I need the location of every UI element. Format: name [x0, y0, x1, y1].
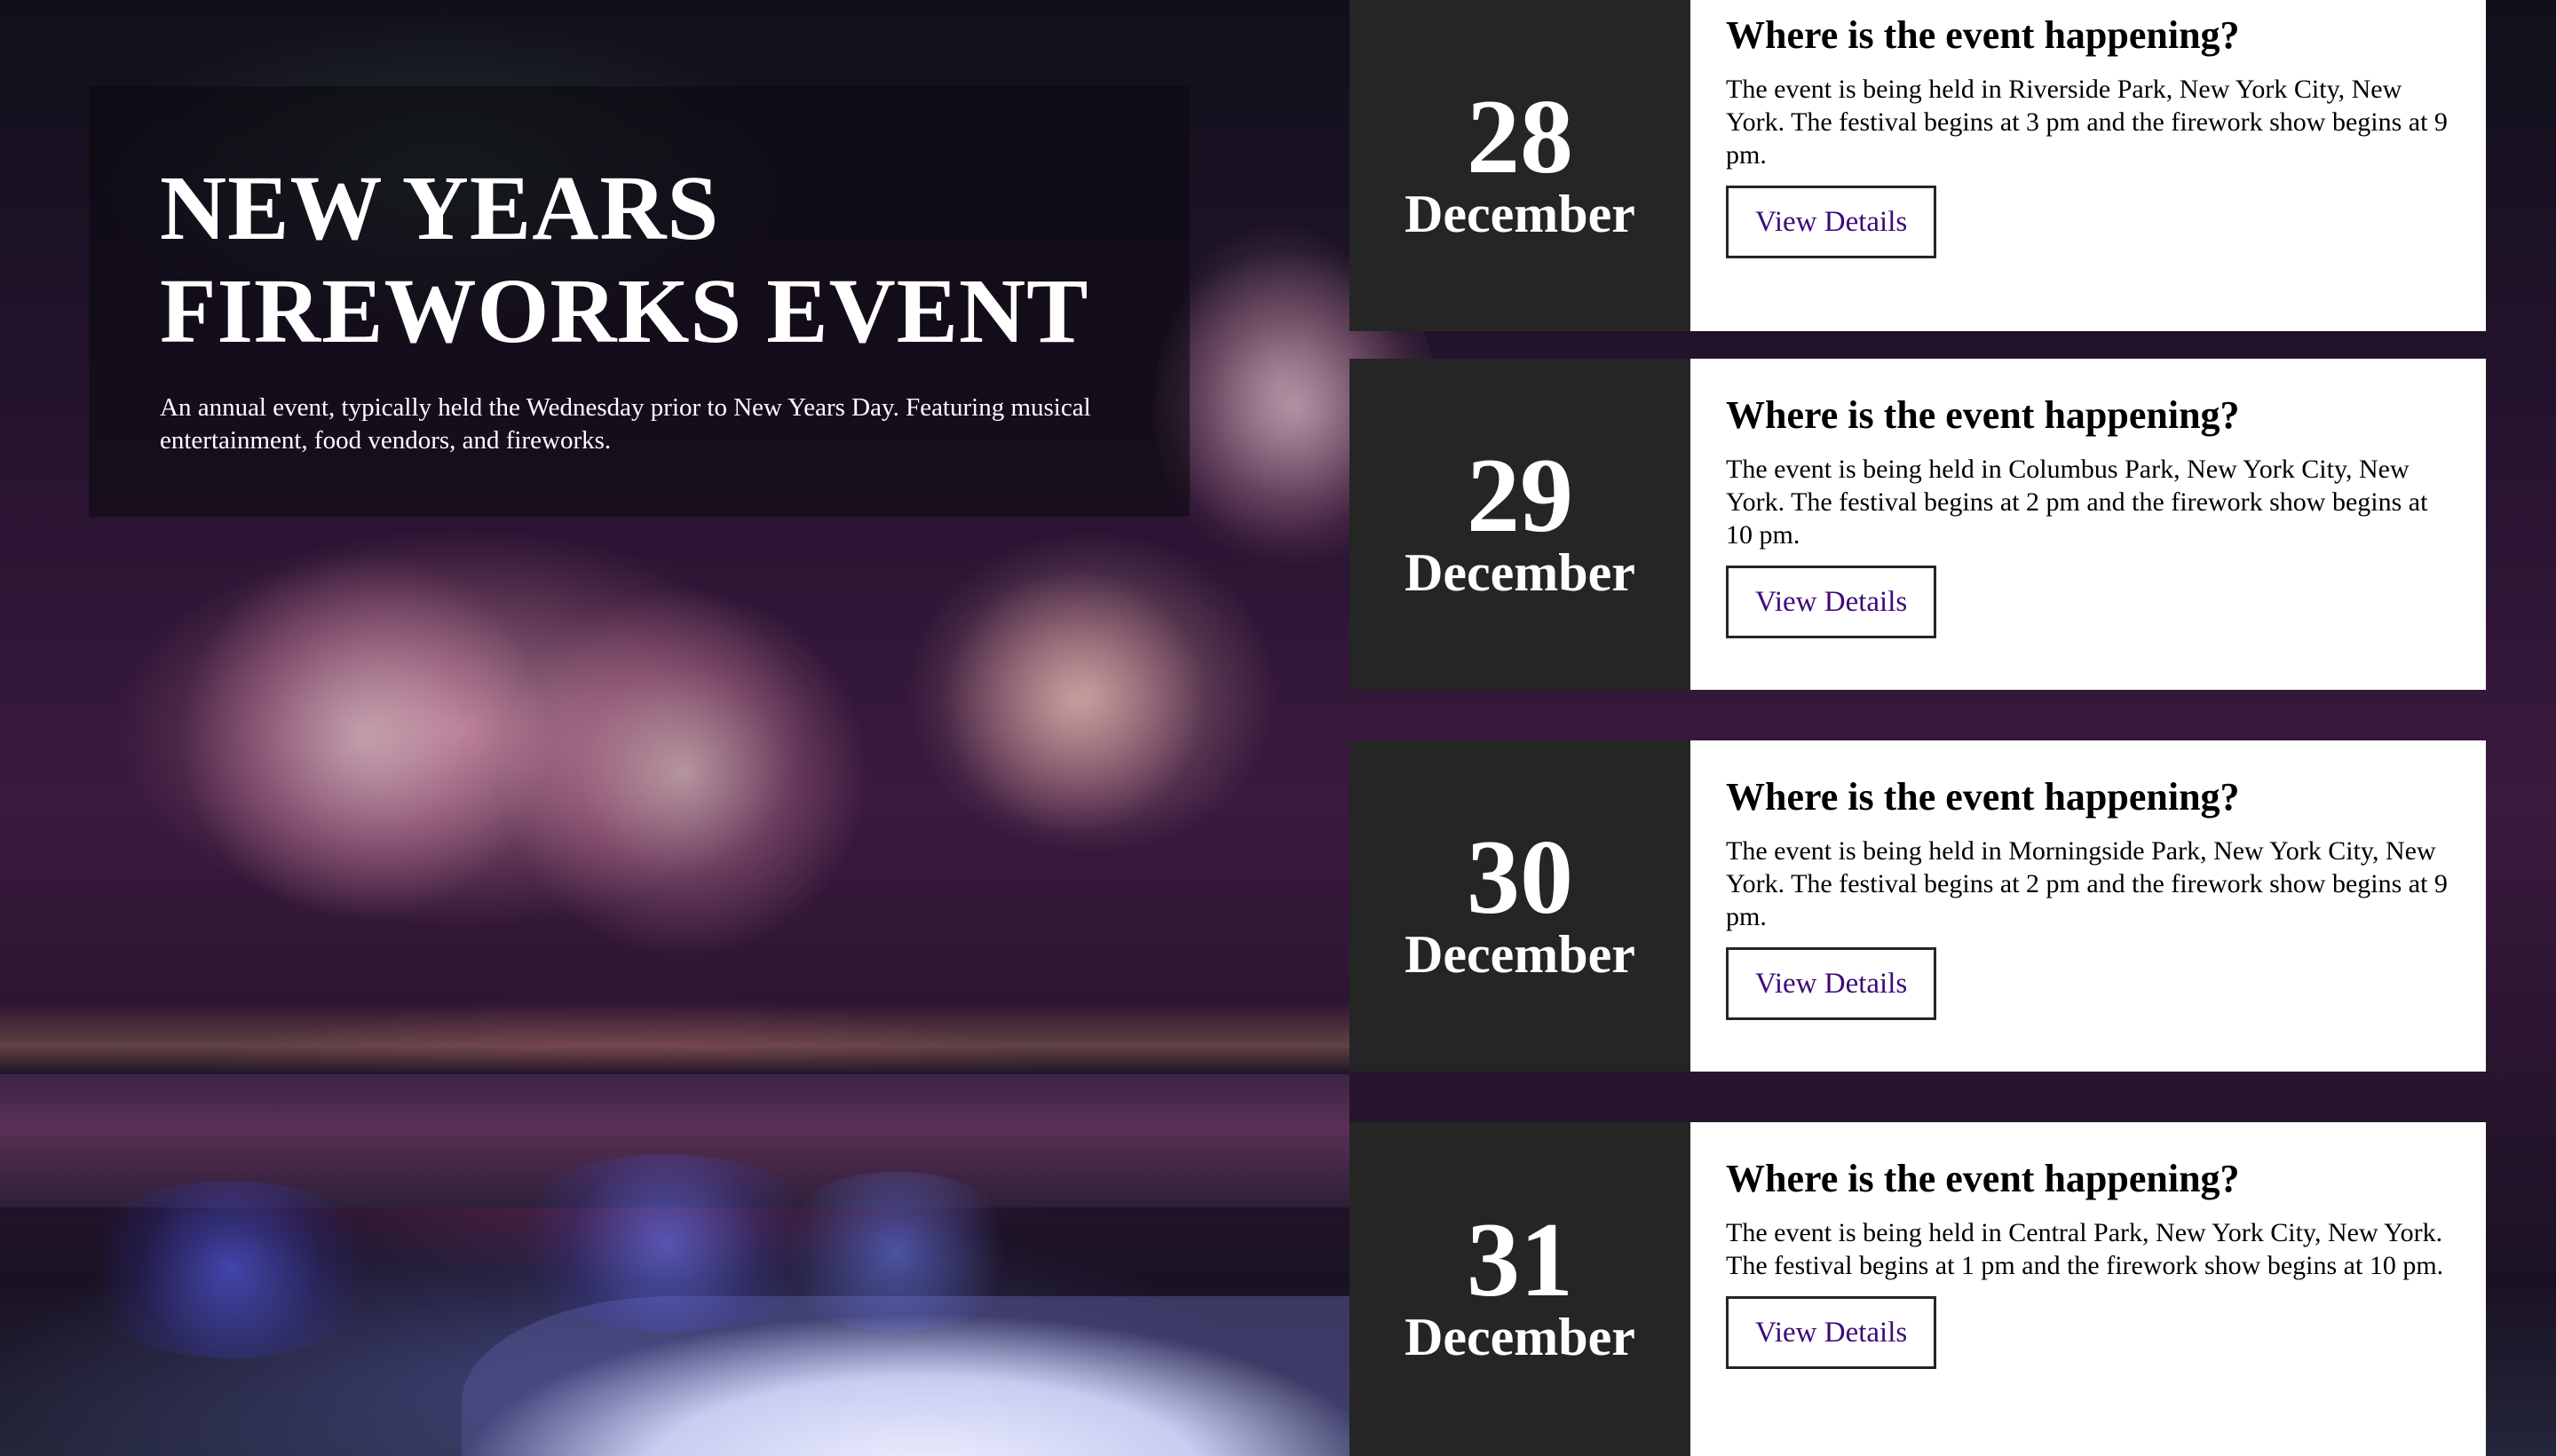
event-day: 30 — [1467, 817, 1573, 936]
firework-burst — [178, 550, 550, 923]
event-card-30: 30 December Where is the event happening… — [1349, 740, 2486, 1072]
event-month: December — [1405, 542, 1635, 602]
event-heading: Where is the event happening? — [1726, 1157, 2240, 1200]
event-card-29: 29 December Where is the event happening… — [1349, 359, 2486, 690]
event-info: Where is the event happening? The event … — [1690, 0, 2486, 331]
view-details-button[interactable]: View Details — [1726, 947, 1937, 1020]
event-date: 28 December — [1349, 0, 1690, 331]
event-day: 31 — [1467, 1200, 1573, 1318]
event-heading: Where is the event happening? — [1726, 393, 2240, 437]
event-info: Where is the event happening? The event … — [1690, 1122, 2486, 1456]
event-info: Where is the event happening? The event … — [1690, 359, 2486, 690]
event-heading: Where is the event happening? — [1726, 775, 2240, 819]
event-date: 31 December — [1349, 1122, 1690, 1456]
river-background — [0, 1074, 1349, 1207]
ice-rink-background — [462, 1296, 1349, 1456]
event-card-28: 28 December Where is the event happening… — [1349, 0, 2486, 331]
event-info: Where is the event happening? The event … — [1690, 740, 2486, 1072]
event-day: 28 — [1467, 76, 1573, 195]
firework-burst — [497, 586, 870, 959]
hero-description: An annual event, typically held the Wedn… — [160, 393, 1091, 455]
event-month: December — [1405, 924, 1635, 984]
event-day: 29 — [1467, 435, 1573, 554]
view-details-button[interactable]: View Details — [1726, 1296, 1937, 1369]
title-line-2: FIREWORKS EVENT — [160, 260, 1089, 362]
event-description: The event is being held in Central Park,… — [1726, 1218, 2444, 1280]
event-date: 30 December — [1349, 740, 1690, 1072]
event-month: December — [1405, 1308, 1635, 1366]
firework-burst — [941, 568, 1207, 835]
title-line-1: NEW YEARS — [160, 157, 720, 259]
city-skyline-background — [0, 1003, 1349, 1074]
event-description: The event is being held in Morningside P… — [1726, 836, 2448, 931]
event-card-31: 31 December Where is the event happening… — [1349, 1122, 2486, 1456]
events-list: 28 December Where is the event happening… — [1349, 0, 2486, 1456]
view-details-button[interactable]: View Details — [1726, 186, 1937, 258]
event-heading: Where is the event happening? — [1726, 13, 2240, 57]
firework-burst — [71, 1181, 391, 1358]
event-description: The event is being held in Columbus Park… — [1726, 455, 2428, 550]
event-month: December — [1405, 184, 1635, 243]
view-details-button[interactable]: View Details — [1726, 566, 1937, 638]
event-description: The event is being held in Riverside Par… — [1726, 75, 2448, 170]
event-date: 29 December — [1349, 359, 1690, 690]
page: NEW YEARS FIREWORKS EVENT An annual even… — [0, 0, 2556, 1456]
page-title: NEW YEARS FIREWORKS EVENT — [160, 157, 1119, 363]
hero-panel: NEW YEARS FIREWORKS EVENT An annual even… — [89, 86, 1190, 517]
